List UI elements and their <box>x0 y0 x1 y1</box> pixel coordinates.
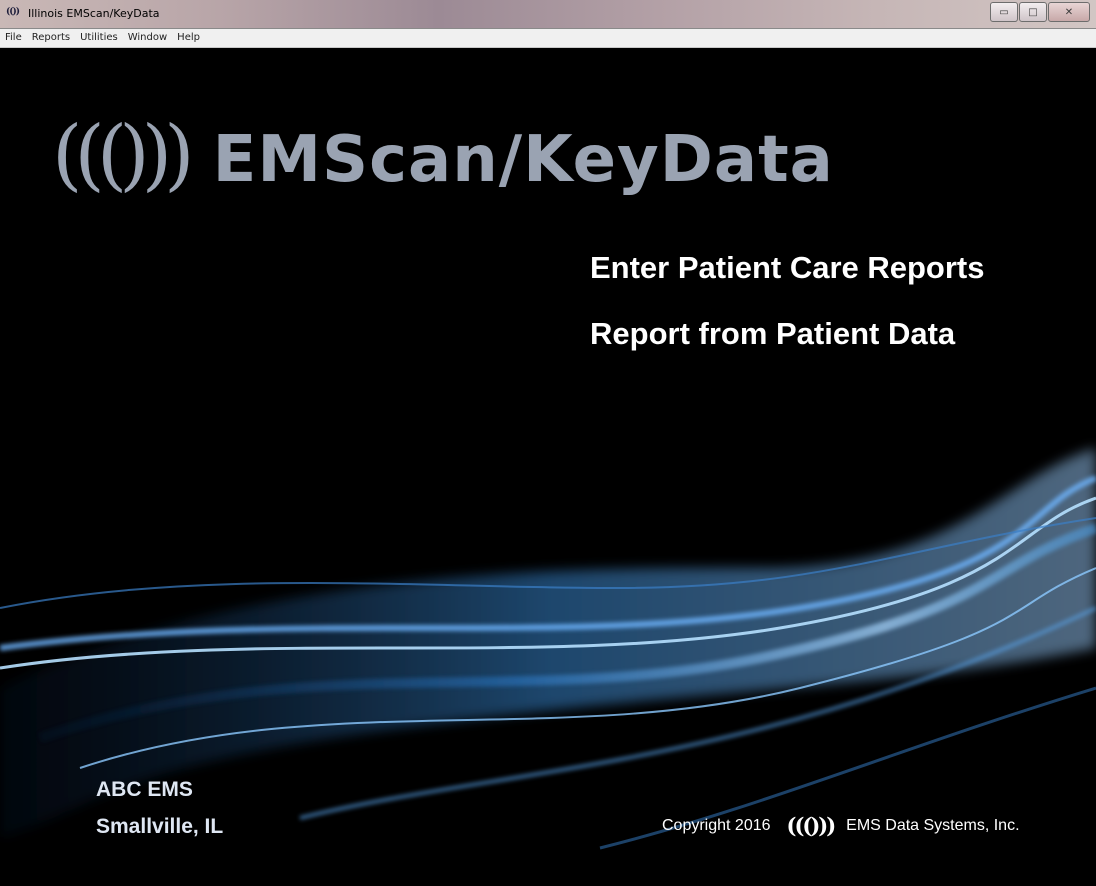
menu-help[interactable]: Help <box>172 29 205 47</box>
menu-file[interactable]: File <box>0 29 27 47</box>
company-name: EMS Data Systems, Inc. <box>846 816 1020 834</box>
organization-location: Smallville, IL <box>96 815 224 838</box>
menu-window[interactable]: Window <box>123 29 172 47</box>
minimize-button[interactable]: ▭ <box>990 2 1018 22</box>
organization-name: ABC EMS <box>96 778 193 801</box>
app-icon: (()) <box>6 7 20 17</box>
copyright-text: Copyright 2016 <box>662 816 771 834</box>
logo-text: EMScan/KeyData <box>212 123 834 197</box>
title-bar[interactable]: (()) Illinois EMScan/KeyData ▭ □ ✕ <box>0 0 1096 29</box>
menu-utilities[interactable]: Utilities <box>75 29 123 47</box>
footer-copyright: Copyright 2016 ((())) EMS Data Systems, … <box>662 813 1020 838</box>
menu-reports[interactable]: Reports <box>27 29 75 47</box>
enter-patient-care-reports-link[interactable]: Enter Patient Care Reports <box>590 250 985 286</box>
logo-icon: ((())) <box>52 110 195 200</box>
app-logo: ((())) EMScan/KeyData <box>52 110 834 200</box>
maximize-button[interactable]: □ <box>1019 2 1047 22</box>
splash-screen: ((())) EMScan/KeyData Enter Patient Care… <box>0 48 1096 886</box>
menu-bar: File Reports Utilities Window Help <box>0 29 1096 48</box>
close-button[interactable]: ✕ <box>1048 2 1090 22</box>
window-controls: ▭ □ ✕ <box>990 2 1090 22</box>
company-logo-icon: ((())) <box>786 813 837 838</box>
report-from-patient-data-link[interactable]: Report from Patient Data <box>590 316 955 352</box>
window-title: Illinois EMScan/KeyData <box>28 7 160 20</box>
